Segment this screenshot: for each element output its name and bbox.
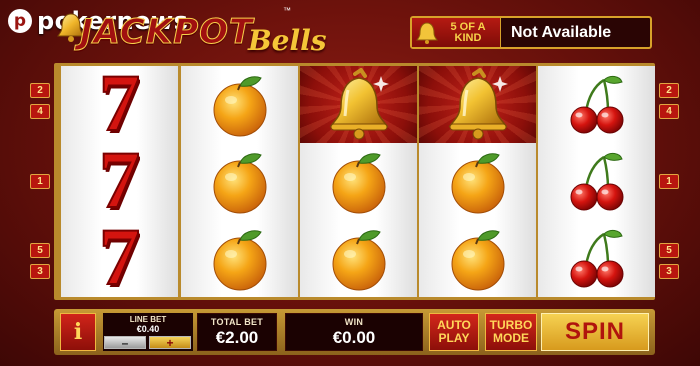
line-bet-plus-button[interactable]: +: [149, 336, 191, 349]
turbo-line2: MODE: [493, 331, 529, 345]
win-label: WIN: [344, 317, 364, 327]
five-of-a-kind-badge: 5 OF A KIND: [412, 18, 501, 47]
auto-play-line2: PLAY: [438, 331, 470, 345]
reel-4-row-2-orange-symbol: [419, 143, 536, 220]
reel-3-row-1-bell-symbol: [300, 66, 417, 143]
total-bet-label: TOTAL BET: [210, 317, 264, 327]
five-of-a-kind-status: Not Available: [511, 23, 612, 41]
payline-right-1[interactable]: 1: [659, 174, 679, 189]
total-bet-value: €2.00: [215, 328, 259, 347]
orange-icon: [207, 149, 273, 215]
bell-icon: [321, 67, 397, 142]
reel-4-row-3-orange-symbol: [419, 220, 536, 297]
reel-2-row-1-orange-symbol: [181, 66, 298, 143]
reel-1-row-2-seven-symbol: 7: [61, 137, 178, 221]
reel-2-row-3-orange-symbol: [181, 220, 298, 297]
info-button[interactable]: i: [60, 313, 96, 351]
win-value: €0.00: [332, 328, 376, 347]
cherry-icon: [564, 72, 630, 138]
pokernews-mark-icon: p: [8, 9, 32, 33]
five-of-a-kind-panel: 5 OF A KIND Not Available: [410, 16, 652, 49]
turbo-mode-button[interactable]: TURBO MODE: [485, 313, 537, 351]
payline-right-3[interactable]: 3: [659, 264, 679, 279]
trademark: ™: [283, 6, 291, 15]
payline-left-2[interactable]: 2: [30, 83, 50, 98]
orange-icon: [207, 226, 273, 292]
reel-5-row-3-cherry-symbol: [538, 220, 655, 297]
reel-1-row-1-seven-symbol: 7: [61, 66, 178, 148]
reel-3-row-2-orange-symbol: [300, 143, 417, 220]
orange-icon: [326, 149, 392, 215]
seven-icon: 7: [98, 66, 141, 148]
reel-5-row-1-cherry-symbol: [538, 66, 655, 143]
reel-4: [419, 66, 536, 297]
reel-5: [538, 66, 655, 297]
payline-left-3[interactable]: 3: [30, 264, 50, 279]
reel-1-row-3-seven-symbol: 7: [61, 214, 178, 297]
title-bells: Bells: [248, 24, 327, 57]
cherry-icon: [564, 226, 630, 292]
reel-2-row-2-orange-symbol: [181, 143, 298, 220]
reel-3: [300, 66, 417, 297]
payline-right-4[interactable]: 4: [659, 104, 679, 119]
game-screen: p pokernews JACKPOT Bells ™ 5 OF A KIND …: [0, 0, 700, 366]
reel-2: [181, 66, 298, 297]
spin-button[interactable]: SPIN: [541, 313, 649, 351]
auto-play-button[interactable]: AUTO PLAY: [429, 313, 479, 351]
orange-icon: [207, 72, 273, 138]
seven-icon: 7: [98, 133, 141, 225]
total-bet-panel: TOTAL BET €2.00: [197, 313, 277, 351]
line-bet-label: LINE BET: [129, 315, 167, 324]
payline-left-4[interactable]: 4: [30, 104, 50, 119]
cherry-icon: [564, 149, 630, 215]
five-of-a-kind-line2: KIND: [454, 31, 482, 44]
five-of-a-kind-label: 5 OF A KIND: [442, 20, 494, 44]
title-jackpot: JACKPOT: [79, 12, 254, 53]
reel-4-row-1-bell-symbol: [419, 66, 536, 143]
payline-left-1[interactable]: 1: [30, 174, 50, 189]
orange-icon: [445, 226, 511, 292]
five-of-a-kind-line1: 5 OF A: [450, 20, 486, 33]
reel-5-row-2-cherry-symbol: [538, 143, 655, 220]
orange-icon: [445, 149, 511, 215]
payline-left-5[interactable]: 5: [30, 243, 50, 258]
reel-1: 777: [61, 66, 178, 297]
line-bet-minus-button[interactable]: –: [104, 336, 146, 349]
win-panel: WIN €0.00: [285, 313, 423, 351]
payline-right-5[interactable]: 5: [659, 243, 679, 258]
game-title: JACKPOT Bells: [52, 12, 327, 58]
payline-right-2[interactable]: 2: [659, 83, 679, 98]
orange-icon: [326, 226, 392, 292]
seven-icon: 7: [98, 210, 141, 297]
bell-icon: [416, 21, 438, 44]
line-bet-value: €0.40: [136, 324, 160, 334]
bell-icon: [440, 67, 516, 142]
reel-3-row-3-orange-symbol: [300, 220, 417, 297]
